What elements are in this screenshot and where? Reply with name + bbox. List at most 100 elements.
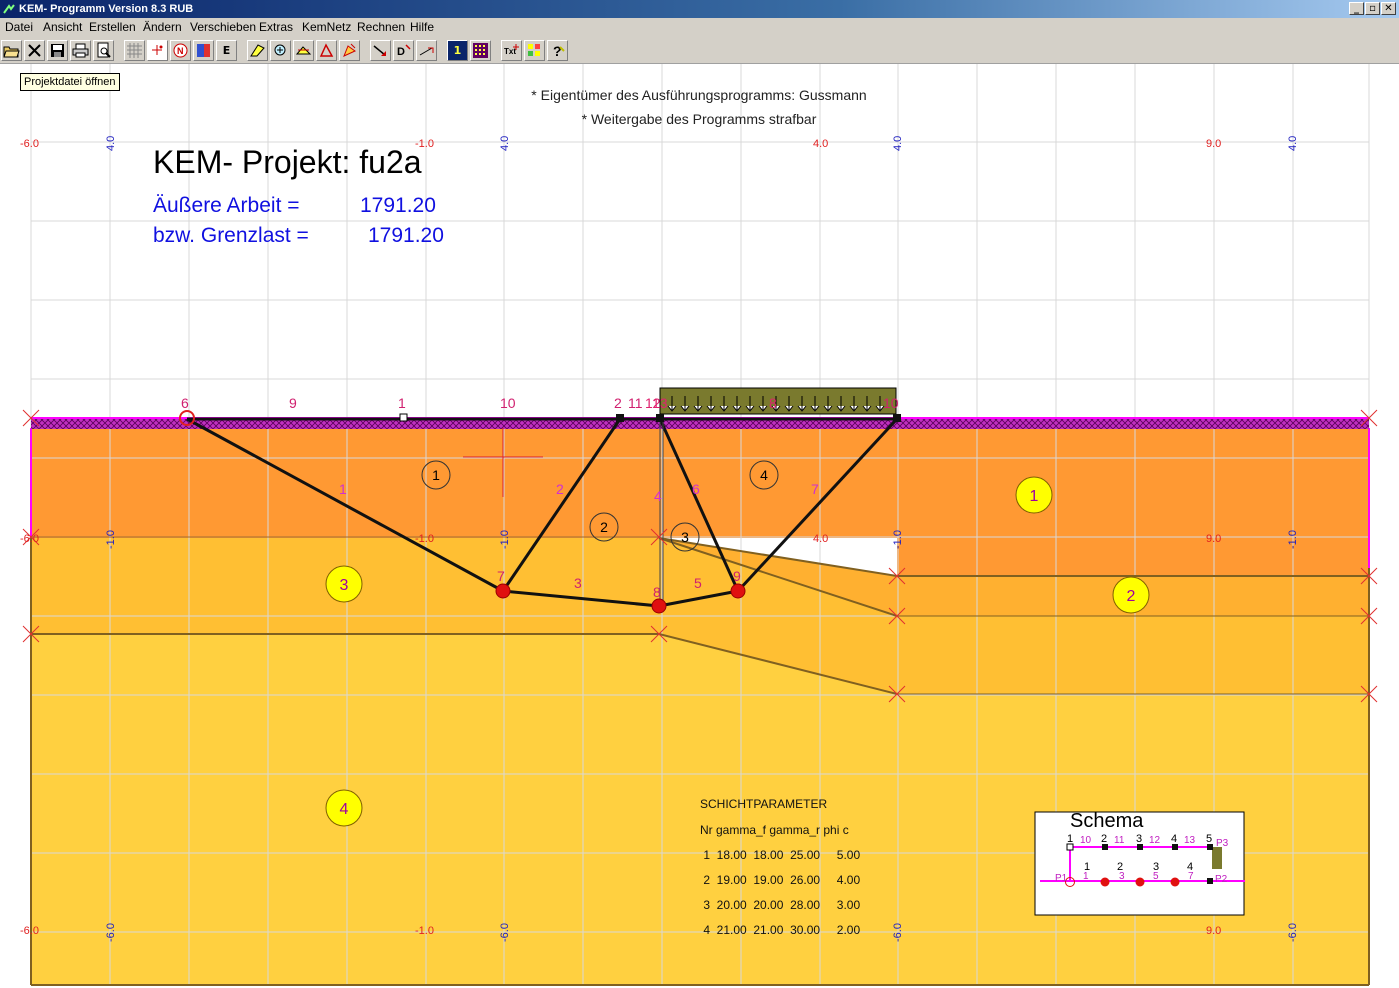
y-axis-label: -1.0 (499, 530, 511, 549)
close-button[interactable]: ✕ (1381, 2, 1396, 15)
project-title: KEM- Projekt: fu2a (153, 144, 422, 180)
node-label: 5 (694, 575, 702, 591)
schema-node: 2 (1101, 833, 1107, 845)
svg-text:N: N (177, 46, 184, 56)
node-7[interactable] (495, 583, 511, 599)
bar-label: 4 (654, 488, 662, 504)
node-label: 8 (769, 395, 777, 411)
matrix-icon[interactable] (470, 40, 491, 61)
close-file-icon[interactable] (24, 40, 45, 61)
x-axis-label: 9.0 (1206, 925, 1221, 937)
move-icon[interactable] (293, 40, 314, 61)
schema-bottom: 5 (1153, 871, 1159, 882)
x-axis-label: -1.0 (415, 925, 434, 937)
x-axis-label: -6.0 (20, 533, 39, 545)
node-label: 13 (652, 395, 668, 411)
schema-bar: 11 (1114, 835, 1125, 846)
table-icon[interactable] (524, 40, 545, 61)
table-header: Nr gamma_f gamma_r phi c (700, 823, 849, 837)
menu-hilfe[interactable]: Hilfe (409, 18, 435, 37)
schema-bottom: 1 (1083, 871, 1089, 882)
displacement-icon[interactable]: D (393, 40, 414, 61)
notice-line-1: * Eigentümer des Ausführungsprogramms: G… (531, 87, 866, 103)
node-label: 7 (497, 568, 505, 584)
y-axis-label: 4.0 (105, 136, 117, 151)
layer-label: 3 (340, 577, 349, 594)
print-preview-icon[interactable] (93, 40, 114, 61)
menu-erstellen[interactable]: Erstellen (88, 18, 137, 37)
node-2[interactable] (616, 414, 624, 422)
table-row: 2 19.00 19.00 26.00 4.00 (700, 873, 860, 887)
restore-button[interactable]: ▫ (1365, 2, 1380, 15)
table-row: 3 20.00 20.00 28.00 3.00 (700, 898, 860, 912)
menu-extras[interactable]: Extras (258, 18, 294, 37)
mechanism-icon[interactable] (339, 40, 360, 61)
menu-verschieben[interactable]: Verschieben (189, 18, 257, 37)
open-folder-icon[interactable] (1, 40, 22, 61)
menu-ansicht[interactable]: Ansicht (42, 18, 83, 37)
menu-rechnen[interactable]: Rechnen (356, 18, 406, 37)
layer-icon[interactable] (193, 40, 214, 61)
layer-label: 1 (1030, 488, 1039, 505)
point-icon[interactable] (147, 40, 168, 61)
x-axis-label: -6.0 (20, 138, 39, 150)
y-axis-label: -6.0 (892, 923, 904, 942)
triangle-icon[interactable] (316, 40, 337, 61)
app-icon (3, 4, 15, 14)
schema-node: 4 (1171, 833, 1177, 845)
bar-label: 7 (811, 481, 819, 497)
e-button[interactable]: E (216, 40, 237, 61)
drawing-canvas[interactable]: 6 9 1 10 2 11 12 13 8 10 7 8 9 3 5 1 2 4… (0, 64, 1399, 988)
y-axis-label: 4.0 (1287, 136, 1299, 151)
print-icon[interactable] (70, 40, 91, 61)
schema-bar: 10 (1080, 835, 1092, 846)
minimize-button[interactable]: _ (1349, 2, 1364, 15)
work-value: 1791.20 (360, 194, 436, 217)
menu-datei[interactable]: Datei (4, 18, 34, 37)
menu-aendern[interactable]: Ändern (142, 18, 183, 37)
node-9[interactable] (730, 583, 746, 599)
notice-line-2: * Weitergabe des Programms strafbar (582, 111, 817, 127)
schema-node: 3 (1136, 833, 1142, 845)
schema-node: 5 (1206, 833, 1212, 845)
text-icon[interactable]: Txt (501, 40, 522, 61)
grid-icon[interactable] (124, 40, 145, 61)
y-axis-label: -1.0 (892, 530, 904, 549)
bar-label: 1 (339, 481, 347, 497)
x-axis-label: 9.0 (1206, 533, 1221, 545)
table-row: 4 21.00 21.00 30.00 2.00 (700, 923, 860, 937)
one-button[interactable]: 1 (447, 40, 468, 61)
node-10-right[interactable] (893, 414, 901, 422)
schema-bottom: 7 (1188, 871, 1194, 882)
tooltip: Projektdatei öffnen (20, 73, 120, 91)
surface-load[interactable] (659, 387, 897, 415)
limit-value: 1791.20 (368, 224, 444, 247)
table-row: 1 18.00 18.00 25.00 5.00 (700, 848, 860, 862)
schema-box: Schema 1 2 3 4 5 1 2 3 4 10 11 12 13 1 3… (1034, 810, 1245, 916)
block-label: 2 (600, 519, 608, 535)
schema-p-label: P2 (1215, 874, 1228, 885)
zoom-icon[interactable] (270, 40, 291, 61)
arrow-node-icon[interactable] (370, 40, 391, 61)
node-label: 9 (733, 568, 741, 584)
schema-bottom: 3 (1119, 871, 1125, 882)
node-label: 10 (500, 395, 516, 411)
node-label: 9 (289, 395, 297, 411)
node-12[interactable] (656, 414, 664, 422)
node-label: 1 (398, 395, 406, 411)
node-label: 2 (614, 395, 622, 411)
draw-line-icon[interactable] (247, 40, 268, 61)
table-title: SCHICHTPARAMETER (700, 797, 827, 811)
node-1[interactable] (399, 413, 408, 422)
y-axis-label: -1.0 (105, 530, 117, 549)
save-icon[interactable] (47, 40, 68, 61)
node-icon[interactable]: N (170, 40, 191, 61)
svg-text:?: ? (553, 43, 562, 59)
schema-p-label: P1 (1055, 873, 1068, 884)
menu-kemnetz[interactable]: KemNetz (301, 18, 352, 37)
layer-label: 4 (340, 801, 349, 818)
vector-icon[interactable] (416, 40, 437, 61)
node-8[interactable] (651, 598, 667, 614)
help-icon[interactable]: ? (547, 40, 568, 61)
menu-bar: Datei Ansicht Erstellen Ändern Verschieb… (0, 18, 1399, 37)
